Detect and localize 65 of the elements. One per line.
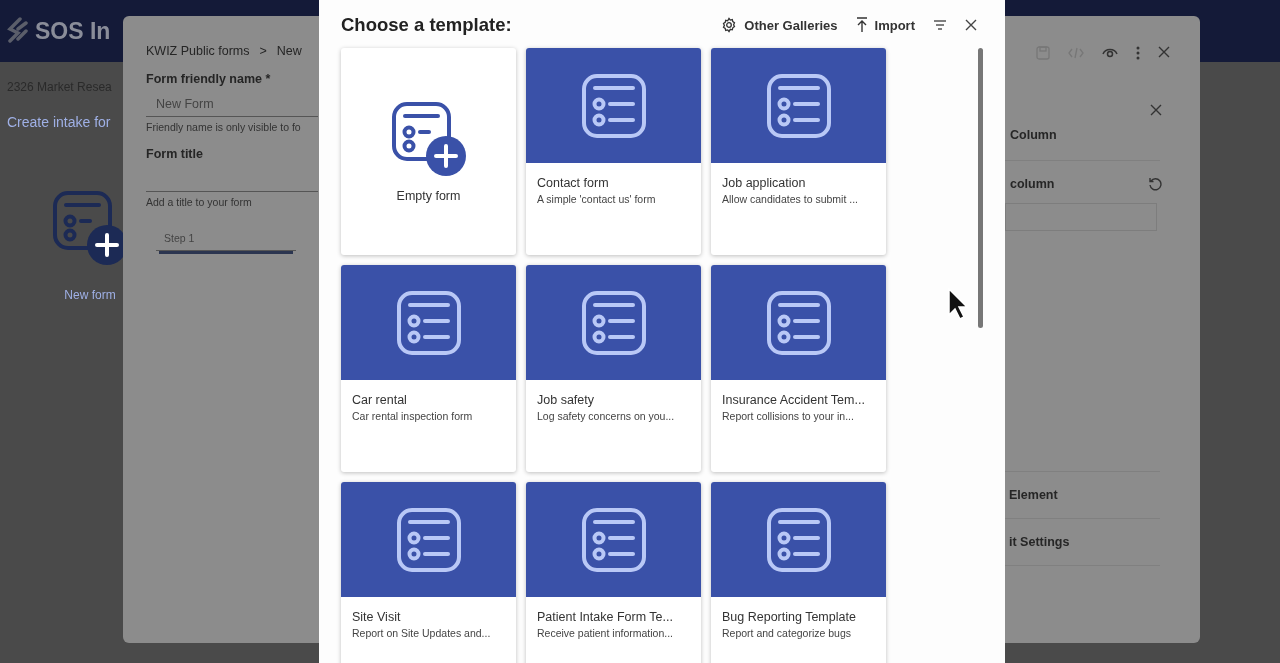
new-form-label[interactable]: New form: [64, 288, 116, 302]
field-hint: Friendly name is only visible to fo: [146, 121, 302, 133]
card-description: Receive patient information...: [536, 626, 674, 639]
card-title: Car rental: [351, 392, 408, 407]
logo-icon: [6, 17, 30, 45]
cursor-icon: [948, 288, 968, 320]
form-list-icon: [765, 72, 832, 139]
form-list-icon: [580, 72, 647, 139]
card-description: Report and categorize bugs: [721, 626, 852, 639]
galleries-button[interactable]: Other Galleries: [721, 17, 838, 33]
close-icon[interactable]: [1150, 104, 1162, 116]
breadcrumb-link[interactable]: New: [276, 44, 302, 58]
section-title: Column: [1010, 128, 1057, 142]
card-title: Job safety: [536, 392, 595, 407]
close-button[interactable]: [965, 19, 977, 31]
template-card[interactable]: Contact form A simple 'contact us' form: [526, 48, 701, 255]
card-description: Log safety concerns on you...: [536, 409, 676, 422]
form-list-icon: [580, 506, 647, 573]
template-card[interactable]: Patient Intake Form Te... Receive patient information...: [526, 482, 701, 663]
form-list-icon: [765, 506, 832, 573]
template-card[interactable]: Insurance Accident Tem... Report collisions to your in...: [711, 265, 886, 472]
breadcrumb-link[interactable]: KWIZ Public forms: [146, 44, 250, 58]
filter-icon[interactable]: [933, 20, 947, 30]
form-list-icon: [395, 506, 462, 573]
template-card[interactable]: Job safety Log safety concerns on you...: [526, 265, 701, 472]
empty-form-card[interactable]: Empty form: [341, 48, 516, 255]
card-description: A simple 'contact us' form: [536, 192, 657, 205]
breadcrumb-separator: >: [259, 44, 267, 58]
template-card[interactable]: Car rental Car rental inspection form: [341, 265, 516, 472]
add-form-icon: [390, 100, 467, 177]
card-title: Empty form: [396, 188, 461, 203]
upload-icon: [855, 17, 868, 33]
template-card[interactable]: Job application Allow candidates to submit ...: [711, 48, 886, 255]
more-icon[interactable]: [1136, 46, 1140, 60]
template-card[interactable]: Site Visit Report on Site Updates and...: [341, 482, 516, 663]
reset-icon[interactable]: [1148, 177, 1162, 191]
form-list-icon: [580, 289, 647, 356]
app-title: SOS In: [35, 17, 111, 45]
card-description: Allow candidates to submit ...: [721, 192, 859, 205]
card-description: Report on Site Updates and...: [351, 626, 492, 639]
close-icon[interactable]: [1158, 46, 1170, 58]
card-title: Bug Reporting Template: [721, 609, 857, 624]
field-label: Form title: [146, 147, 204, 161]
field-label: column: [1010, 177, 1055, 191]
input-field[interactable]: [1005, 203, 1157, 231]
import-button[interactable]: Import: [855, 17, 915, 33]
panel-item[interactable]: Element: [1009, 488, 1058, 502]
card-title: Patient Intake Form Te...: [536, 609, 674, 624]
form-list-icon: [765, 289, 832, 356]
field-hint: Add a title to your form: [146, 196, 253, 208]
template-card[interactable]: Bug Reporting Template Report and categorize bugs: [711, 482, 886, 663]
page-heading: Create intake for: [7, 114, 112, 130]
form-list-icon: [395, 289, 462, 356]
dialog-title: Choose a template:: [341, 14, 513, 36]
panel-item[interactable]: it Settings: [1009, 535, 1070, 549]
eye-icon[interactable]: [1102, 46, 1118, 58]
card-description: Report collisions to your in...: [721, 409, 855, 422]
field-label: Form friendly name *: [146, 72, 272, 86]
gear-icon: [721, 17, 738, 33]
card-title: Contact form: [536, 175, 610, 190]
card-title: Site Visit: [351, 609, 402, 624]
scrollbar-thumb[interactable]: [978, 48, 983, 328]
card-title: Insurance Accident Tem...: [721, 392, 866, 407]
card-title: Job application: [721, 175, 807, 190]
card-description: Car rental inspection form: [351, 409, 474, 422]
